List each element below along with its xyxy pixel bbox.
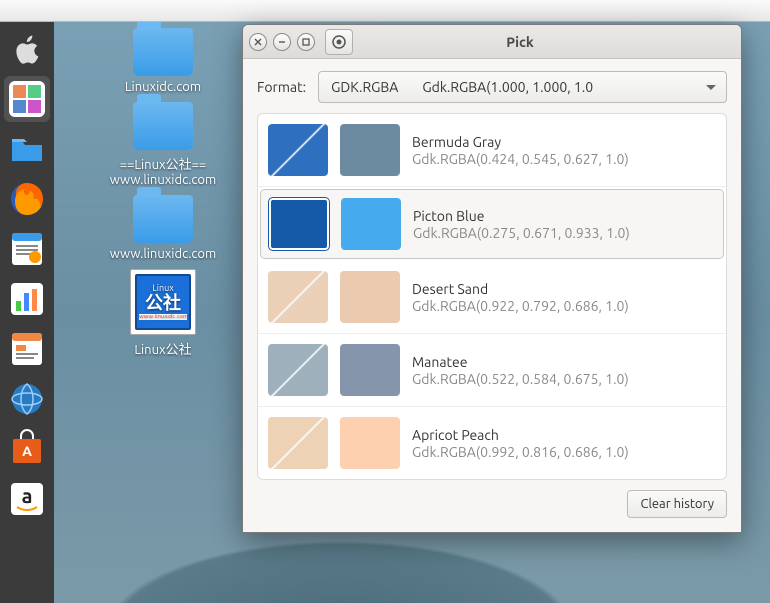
pick-app-icon[interactable] (4, 76, 50, 122)
desktop-icon-label: Linuxidc.com (125, 80, 201, 94)
screenshot-thumb (268, 271, 328, 323)
charts-icon[interactable] (4, 276, 50, 322)
color-value: Gdk.RGBA(0.992, 0.816, 0.686, 1.0) (412, 444, 716, 460)
color-row[interactable]: Apricot PeachGdk.RGBA(0.992, 0.816, 0.68… (258, 407, 726, 479)
folder-icon (133, 102, 193, 150)
color-info: Apricot PeachGdk.RGBA(0.992, 0.816, 0.68… (412, 427, 716, 460)
color-swatch (340, 271, 400, 323)
impress-icon[interactable] (4, 326, 50, 372)
color-history-list: Bermuda GrayGdk.RGBA(0.424, 0.545, 0.627… (257, 113, 727, 480)
color-row[interactable]: ManateeGdk.RGBA(0.522, 0.584, 0.675, 1.0… (258, 334, 726, 407)
desktop-folder[interactable]: Linuxidc.com (78, 28, 248, 94)
dropdown-selected: GDK.RGBA (331, 79, 398, 95)
svg-text:A: A (22, 443, 32, 459)
svg-text:a: a (22, 484, 33, 507)
desktop-icon-label: Linux公社 (134, 339, 191, 358)
color-value: Gdk.RGBA(0.522, 0.584, 0.675, 1.0) (412, 371, 716, 387)
color-row[interactable]: Picton BlueGdk.RGBA(0.275, 0.671, 0.933,… (260, 189, 724, 259)
software-center-icon[interactable]: A (4, 426, 50, 472)
screenshot-thumb (269, 198, 329, 250)
color-value: Gdk.RGBA(0.424, 0.545, 0.627, 1.0) (412, 151, 716, 167)
color-name: Picton Blue (413, 208, 715, 224)
color-info: Picton BlueGdk.RGBA(0.275, 0.671, 0.933,… (413, 208, 715, 241)
writer-icon[interactable] (4, 226, 50, 272)
minimize-icon[interactable] (273, 33, 291, 51)
format-dropdown[interactable]: GDK.RGBA Gdk.RGBA(1.000, 1.000, 1.0 (318, 71, 727, 103)
color-swatch (340, 124, 400, 176)
folder-icon (133, 195, 193, 243)
color-name: Apricot Peach (412, 427, 716, 443)
color-name: Desert Sand (412, 281, 716, 297)
eyedropper-button[interactable] (325, 29, 353, 55)
desktop-icon-label: ==Linux公社== www.linuxidc.com (110, 154, 217, 187)
color-value: Gdk.RGBA(0.922, 0.792, 0.686, 1.0) (412, 298, 716, 314)
desktop-launcher[interactable]: Linux公社www.linuxidc.com Linux公社 (78, 269, 248, 358)
screenshot-thumb (268, 344, 328, 396)
global-menu-bar (0, 0, 770, 22)
pick-window: Pick Format: GDK.RGBA Gdk.RGBA(1.000, 1.… (242, 24, 742, 533)
window-titlebar[interactable]: Pick (243, 25, 741, 59)
screenshot-thumb (268, 417, 328, 469)
color-value: Gdk.RGBA(0.275, 0.671, 0.933, 1.0) (413, 225, 715, 241)
color-info: Desert SandGdk.RGBA(0.922, 0.792, 0.686,… (412, 281, 716, 314)
folder-icon (133, 28, 193, 76)
color-swatch (340, 417, 400, 469)
desktop-icon-label: www.linuxidc.com (110, 247, 217, 261)
desktop-folder[interactable]: www.linuxidc.com (78, 195, 248, 261)
window-footer: Clear history (257, 490, 727, 518)
format-row: Format: GDK.RGBA Gdk.RGBA(1.000, 1.000, … (257, 71, 727, 103)
color-row[interactable]: Desert SandGdk.RGBA(0.922, 0.792, 0.686,… (258, 261, 726, 334)
dropdown-sample: Gdk.RGBA(1.000, 1.000, 1.0 (422, 79, 593, 95)
launcher-dock: A a (0, 22, 54, 603)
window-body: Format: GDK.RGBA Gdk.RGBA(1.000, 1.000, … (243, 59, 741, 532)
close-icon[interactable] (249, 33, 267, 51)
globe-icon[interactable] (4, 376, 50, 422)
maximize-icon[interactable] (297, 33, 315, 51)
color-swatch (340, 344, 400, 396)
clear-history-button[interactable]: Clear history (627, 490, 727, 518)
screenshot-thumb (268, 124, 328, 176)
color-swatch (341, 198, 401, 250)
files-icon[interactable] (4, 126, 50, 172)
color-info: Bermuda GrayGdk.RGBA(0.424, 0.545, 0.627… (412, 134, 716, 167)
color-info: ManateeGdk.RGBA(0.522, 0.584, 0.675, 1.0… (412, 354, 716, 387)
window-title: Pick (359, 34, 735, 50)
format-label: Format: (257, 79, 306, 95)
amazon-icon[interactable]: a (4, 476, 50, 522)
desktop-icons-area: Linuxidc.com ==Linux公社== www.linuxidc.co… (78, 28, 248, 366)
firefox-icon[interactable] (4, 176, 50, 222)
launcher-icon: Linux公社www.linuxidc.com (130, 269, 196, 335)
color-name: Bermuda Gray (412, 134, 716, 150)
color-row[interactable]: Bermuda GrayGdk.RGBA(0.424, 0.545, 0.627… (258, 114, 726, 187)
desktop-folder[interactable]: ==Linux公社== www.linuxidc.com (78, 102, 248, 187)
color-name: Manatee (412, 354, 716, 370)
apple-icon[interactable] (4, 26, 50, 72)
